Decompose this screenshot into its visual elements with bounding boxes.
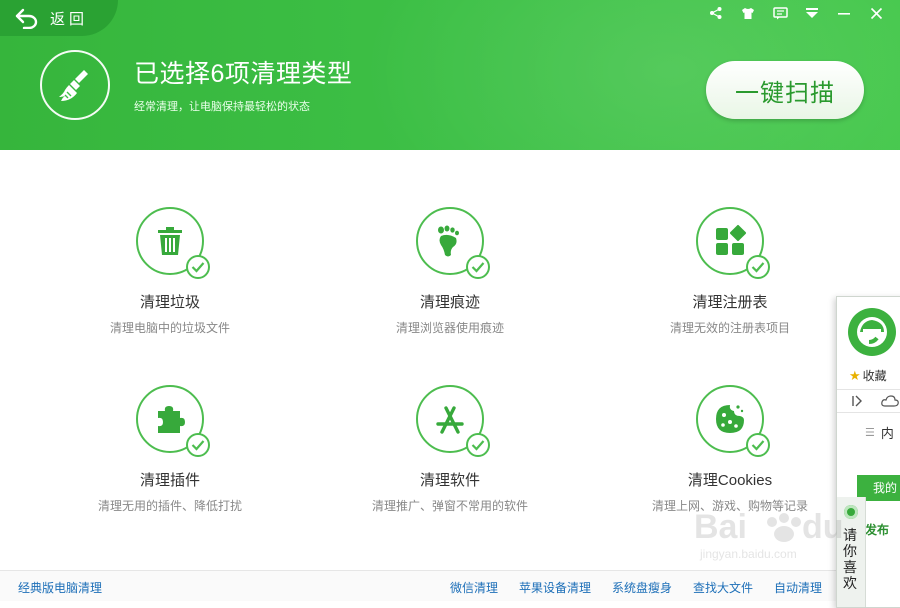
tile-title: 清理垃圾 xyxy=(139,294,200,311)
svg-text:jingyan.baidu.com: jingyan.baidu.com xyxy=(699,547,797,561)
broom-logo xyxy=(40,50,110,120)
tile-title: 清理插件 xyxy=(139,472,200,489)
tile-description: 清理无用的插件、降低打扰 xyxy=(97,499,242,513)
one-click-scan-button[interactable]: 一键扫描 xyxy=(706,61,864,119)
recommend-vertical-tab[interactable]: 请你喜欢 xyxy=(837,497,866,607)
checkmark-icon[interactable] xyxy=(746,433,770,457)
checkmark-icon[interactable] xyxy=(466,433,490,457)
panel-toolbar xyxy=(837,389,900,413)
tile-clean-plugins[interactable]: 清理插件 清理无用的插件、降低打扰 xyxy=(60,385,280,535)
cloud-icon[interactable] xyxy=(881,395,899,407)
tile-clean-registry[interactable]: 清理注册表 清理无效的注册表项目 xyxy=(620,207,840,357)
back-button[interactable]: 返回 xyxy=(0,0,118,36)
tile-clean-traces[interactable]: 清理痕迹 清理浏览器使用痕迹 xyxy=(340,207,560,357)
browser-logo-icon xyxy=(848,308,896,356)
memory-label: 内 xyxy=(880,426,894,441)
apple-device-cleanup-link[interactable]: 苹果设备清理 xyxy=(519,579,591,596)
share-icon[interactable] xyxy=(700,2,732,24)
classic-cleanup-link[interactable]: 经典版电脑清理 xyxy=(18,579,102,596)
page-subtitle: 经常清理，让电脑保持最轻松的状态 xyxy=(134,101,310,113)
checkmark-icon[interactable] xyxy=(466,255,490,279)
tile-title: 清理软件 xyxy=(419,472,480,489)
tile-description: 清理上网、游戏、购物等记录 xyxy=(651,499,808,513)
favorites-label: 收藏 xyxy=(862,369,887,383)
page-title: 已选择6项清理类型 xyxy=(134,60,353,88)
header-banner: 返回 已选择6项清理类型 经常清理，让电脑保持最轻松的状态 一键扫描 xyxy=(0,0,900,150)
tile-title: 清理Cookies xyxy=(687,472,773,489)
find-large-files-link[interactable]: 查找大文件 xyxy=(693,579,753,596)
tile-clean-junk[interactable]: 清理垃圾 清理电脑中的垃圾文件 xyxy=(60,207,280,357)
menu-icon[interactable] xyxy=(796,2,828,24)
tile-description: 清理浏览器使用痕迹 xyxy=(395,321,504,335)
system-disk-slim-link[interactable]: 系统盘瘦身 xyxy=(612,579,672,596)
back-arrow-icon xyxy=(15,8,38,29)
memory-item[interactable]: ☰ 内 xyxy=(865,423,894,442)
footer-bar: 经典版电脑清理 微信清理 苹果设备清理 系统盘瘦身 查找大文件 自动清理 xyxy=(0,570,900,601)
floating-browser-panel[interactable]: ★ 收藏 ☰ 内 我的 发布 请你喜欢 xyxy=(836,296,900,608)
broom-icon xyxy=(59,70,88,101)
tile-title: 清理痕迹 xyxy=(419,294,480,311)
status-dot-icon xyxy=(844,505,858,519)
back-label: 返回 xyxy=(50,10,89,28)
vertical-tab-label: 请你喜欢 xyxy=(843,527,857,591)
list-icon: ☰ xyxy=(865,427,875,439)
tile-title: 清理注册表 xyxy=(692,294,768,311)
skin-icon[interactable] xyxy=(732,2,764,24)
auto-cleanup-link[interactable]: 自动清理 xyxy=(774,579,822,596)
tile-clean-software[interactable]: 清理软件 清理推广、弹窗不常用的软件 xyxy=(340,385,560,535)
titlebar-controls xyxy=(700,2,892,24)
publish-label[interactable]: 发布 xyxy=(865,521,889,538)
checkmark-icon[interactable] xyxy=(186,255,210,279)
checkmark-icon[interactable] xyxy=(746,255,770,279)
minimize-icon[interactable] xyxy=(828,2,860,24)
tile-description: 清理推广、弹窗不常用的软件 xyxy=(371,499,528,513)
tile-clean-cookies[interactable]: 清理Cookies 清理上网、游戏、购物等记录 xyxy=(620,385,840,535)
tile-description: 清理电脑中的垃圾文件 xyxy=(109,321,230,335)
close-icon[interactable] xyxy=(860,2,892,24)
favorites-item[interactable]: ★ 收藏 xyxy=(849,367,887,384)
tile-description: 清理无效的注册表项目 xyxy=(669,321,790,335)
wechat-cleanup-link[interactable]: 微信清理 xyxy=(450,579,498,596)
message-icon[interactable] xyxy=(764,2,796,24)
checkmark-icon[interactable] xyxy=(186,433,210,457)
play-next-icon[interactable] xyxy=(851,395,863,407)
star-plus-icon: ★ xyxy=(849,367,861,383)
